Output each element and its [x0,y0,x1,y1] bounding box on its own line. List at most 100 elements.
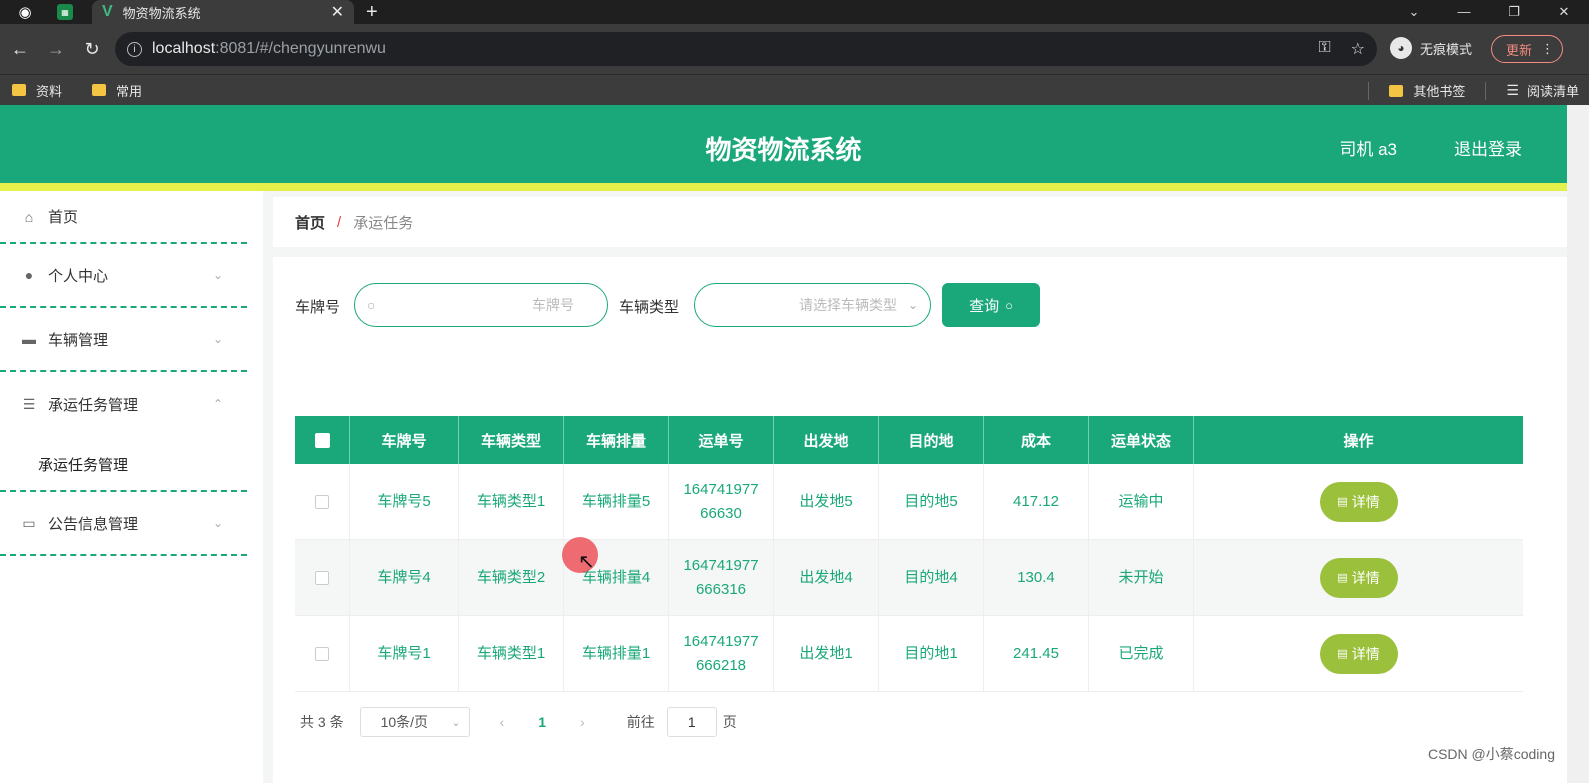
reading-list[interactable]: ☰ 阅读清单 [1506,81,1579,100]
cell-to: 目的地4 [879,540,984,615]
goto-page-input[interactable]: 1 [666,707,717,737]
star-icon[interactable]: ☆ [1351,39,1365,59]
bookmarks-bar: 资料 常用 其他书签 ☰ 阅读清单 [0,74,1589,105]
row-select-cell [295,464,350,539]
detail-button[interactable]: ▤ 详情 [1319,481,1398,522]
minimize-icon[interactable]: — [1439,0,1489,24]
close-window-icon[interactable]: ✕ [1539,0,1589,24]
cell-actions: ▤ 详情 [1194,464,1523,539]
incognito-indicator[interactable]: ◕ 无痕模式 [1390,37,1472,59]
sidebar-item-home[interactable]: ⌂ 首页 [0,191,247,244]
order-line: 164741977 [683,632,759,650]
url-text: localhost:8081/#/chengyunrenwu [152,40,386,57]
bookmark-folder[interactable]: 常用 [92,81,142,100]
home-icon: ⌂ [24,208,34,225]
search-icon: ○ [367,297,376,313]
select-all-checkbox[interactable] [314,432,330,448]
folder-icon [1389,84,1404,97]
cell-cost: 130.4 [984,540,1089,615]
reload-icon[interactable]: ↻ [74,39,110,60]
col-status: 运单状态 [1089,416,1194,464]
restore-icon[interactable]: ❐ [1489,0,1539,24]
watermark: CSDN @小蔡coding [1427,746,1555,762]
sidebar-item-profile[interactable]: ● 个人中心 ⌄ [0,244,247,308]
sidebar-item-notices[interactable]: ▭ 公告信息管理 ⌄ [0,492,247,556]
detail-label: 详情 [1351,493,1380,510]
select-all-cell [295,416,350,464]
list-icon: ☰ [22,395,36,412]
cell-type: 车辆类型1 [459,464,564,539]
order-line: 164741977 [683,556,759,574]
tab-title: 物资物流系统 [122,5,201,21]
row-checkbox[interactable] [315,570,329,585]
cell-to: 目的地5 [879,464,984,539]
breadcrumb-home[interactable]: 首页 [295,212,325,233]
cell-from: 出发地5 [774,464,879,539]
logout-link[interactable]: 退出登录 [1454,135,1522,160]
detail-label: 详情 [1351,569,1380,586]
page-scrollbar[interactable] [1567,105,1589,783]
order-line: 666316 [695,580,747,598]
detail-button[interactable]: ▤ 详情 [1319,557,1398,598]
bookmark-label: 资料 [36,83,63,99]
search-icon: ○ [1005,297,1013,313]
other-bookmarks[interactable]: 其他书签 [1389,81,1465,100]
plate-label: 车牌号 [295,299,341,316]
detail-button[interactable]: ▤ 详情 [1319,633,1398,674]
chevron-down-icon: ⌄ [907,298,918,312]
detail-label: 详情 [1351,645,1380,662]
col-order: 运单号 [669,416,774,464]
browser-menu-icon[interactable]: ◉ [13,0,37,24]
page-number[interactable]: 1 [538,714,546,730]
sidebar-item-vehicles[interactable]: ▬ 车辆管理 ⌄ [0,308,247,372]
row-checkbox[interactable] [315,646,329,661]
plate-search-input[interactable]: ○ 车牌号 [354,283,608,327]
header-stripe [0,183,1567,191]
type-select[interactable]: 请选择车辆类型 ⌄ [694,283,931,327]
site-info-icon[interactable]: i [127,41,142,57]
window-controls: ⌄ — ❐ ✕ [1389,0,1589,24]
cell-cost: 417.12 [984,464,1089,539]
more-icon[interactable]: ⋮ [1541,41,1554,57]
page-size-select[interactable]: 10条/页 ⌄ [359,707,470,737]
task-table: 车牌号 车辆类型 车辆排量 运单号 出发地 目的地 成本 运单状态 操作 车牌号… [295,416,1523,692]
order-line: 666218 [695,656,747,674]
forward-icon[interactable]: → [38,39,74,60]
prev-page-icon[interactable]: ‹ [500,714,505,730]
document-icon: ▤ [1337,495,1348,508]
url-input[interactable]: i localhost:8081/#/chengyunrenwu ⚿ ☆ [115,32,1377,66]
chevron-down-icon: ⌄ [451,716,461,729]
reading-list-icon: ☰ [1506,82,1519,98]
col-actions: 操作 [1343,432,1374,450]
table-row: 车牌号5 车辆类型1 车辆排量5 164741977 66630 出发地5 目的地… [295,464,1523,540]
bookmark-folder[interactable]: 资料 [12,81,62,100]
vue-logo-icon: V [102,3,113,20]
tab-close-icon[interactable]: ✕ [331,2,344,22]
document-icon: ▤ [1337,647,1348,660]
new-tab-icon[interactable]: + [366,0,378,24]
row-select-cell [295,540,350,615]
back-icon[interactable]: ← [2,39,38,60]
address-bar: ← → ↻ i localhost:8081/#/chengyunrenwu ⚿… [0,24,1589,74]
content-panel: 车牌号 ○ 车牌号 车辆类型 请选择车辆类型 ⌄ 查询 ○ 车牌号 车辆类型 车… [273,257,1567,783]
cell-plate: 车牌号1 [350,616,459,691]
col-type: 车辆类型 [459,416,564,464]
cell-status: 已完成 [1089,616,1194,691]
sidebar-item-tasks[interactable]: ☰ 承运任务管理 ⌃ [0,372,247,436]
sidebar: ⌂ 首页 ● 个人中心 ⌄ ▬ 车辆管理 ⌄ ☰ 承运任务管理 ⌃ 承运任务管理… [0,191,247,783]
pinned-tab-icon[interactable]: ▦ [57,4,73,20]
document-icon: ▤ [1337,571,1348,584]
table-row: 车牌号4 车辆类型2 车辆排量4 164741977 666316 出发地4 目的… [295,540,1523,616]
update-button[interactable]: 更新 ⋮ [1491,35,1563,63]
next-page-icon[interactable]: › [580,714,585,730]
chevron-down-icon: ⌄ [212,332,223,346]
row-checkbox[interactable] [315,494,329,509]
goto-label: 前往 [626,714,655,730]
tab-search-icon[interactable]: ⌄ [1389,0,1439,24]
total-count: 共 3 条 [300,714,344,730]
browser-tab[interactable]: V 物资物流系统 ✕ [92,0,354,24]
sidebar-subitem-tasks[interactable]: 承运任务管理 [38,454,128,475]
query-button[interactable]: 查询 ○ [942,283,1040,327]
browser-tab-bar: ◉ ▦ V 物资物流系统 ✕ + ⌄ — ❐ ✕ [0,0,1589,24]
key-icon[interactable]: ⚿ [1318,39,1330,59]
